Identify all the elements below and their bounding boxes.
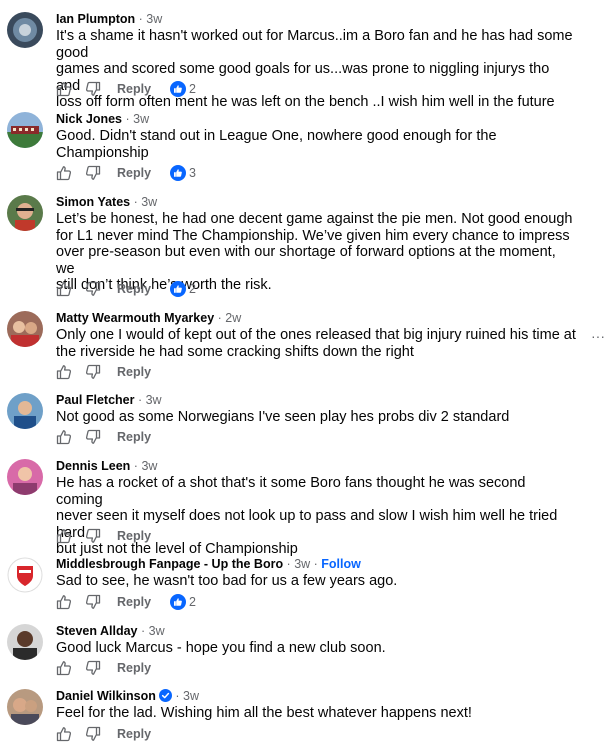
thumbs-down-outline-icon[interactable] (85, 594, 101, 610)
commenter-name[interactable]: Paul Fletcher (56, 393, 135, 407)
thumbs-up-outline-icon[interactable] (56, 660, 72, 676)
reaction-count: 2 (189, 82, 196, 96)
like-reaction-icon (170, 594, 187, 610)
comment-actions: Reply 2 (56, 593, 196, 611)
thumbs-down-outline-icon[interactable] (85, 81, 101, 97)
comment-text: Feel for the lad. Wishing him all the be… (56, 705, 472, 721)
avatar[interactable] (7, 624, 43, 660)
comment-actions: Reply 3 (56, 164, 196, 182)
reply-button[interactable]: Reply (117, 595, 151, 609)
reaction-count: 2 (189, 282, 196, 296)
comment-time[interactable]: 3w (149, 624, 165, 638)
thumbs-up-outline-icon[interactable] (56, 364, 72, 380)
avatar[interactable] (7, 12, 43, 48)
thumbs-down-outline-icon[interactable] (85, 165, 101, 181)
comment-time[interactable]: 3w (141, 459, 157, 473)
commenter-name[interactable]: Middlesbrough Fanpage - Up the Boro (56, 557, 283, 571)
thumbs-down-outline-icon[interactable] (85, 281, 101, 297)
separator: · (130, 195, 142, 209)
thumbs-down-outline-icon[interactable] (85, 429, 101, 445)
comment-text: Only one I would of kept out of the ones… (56, 327, 576, 360)
separator: · (171, 689, 184, 703)
comment-time[interactable]: 3w (141, 195, 157, 209)
avatar[interactable] (7, 311, 43, 347)
reply-button[interactable]: Reply (117, 661, 151, 675)
avatar[interactable] (7, 689, 43, 725)
separator: · (130, 459, 142, 473)
thumbs-up-outline-icon[interactable] (56, 429, 72, 445)
comment-text: Good luck Marcus - hope you find a new c… (56, 640, 386, 656)
comment-text: Good. Didn't stand out in League One, no… (56, 128, 497, 161)
commenter-name[interactable]: Daniel Wilkinson (56, 689, 156, 703)
like-reaction-icon (170, 165, 187, 181)
avatar[interactable] (7, 195, 43, 231)
reply-button[interactable]: Reply (117, 430, 151, 444)
like-reaction-icon (170, 81, 187, 97)
thumbs-up-outline-icon[interactable] (56, 165, 72, 181)
thumbs-up-outline-icon[interactable] (56, 281, 72, 297)
comment-text: Sad to see, he wasn't too bad for us a f… (56, 573, 398, 589)
separator: · (283, 557, 295, 571)
comment-actions: Reply 2 (56, 80, 196, 98)
reaction-summary[interactable]: 3 (170, 165, 196, 181)
verified-badge-icon (158, 689, 172, 702)
commenter-name[interactable]: Dennis Leen (56, 459, 130, 473)
commenter-name[interactable]: Ian Plumpton (56, 12, 135, 26)
thumbs-down-outline-icon[interactable] (85, 528, 101, 544)
avatar[interactable] (7, 557, 43, 593)
separator: · (310, 557, 322, 571)
reply-button[interactable]: Reply (117, 365, 151, 379)
avatar[interactable] (7, 393, 43, 429)
comment-text: He has a rocket of a shot that's it some… (56, 475, 558, 557)
more-options-icon[interactable]: ··· (591, 328, 605, 344)
separator: · (214, 311, 226, 325)
avatar[interactable] (7, 459, 43, 495)
reply-button[interactable]: Reply (117, 282, 151, 296)
thumbs-up-outline-icon[interactable] (56, 726, 72, 742)
reaction-count: 3 (189, 166, 196, 180)
commenter-name[interactable]: Matty Wearmouth Myarkey (56, 311, 214, 325)
separator: · (135, 12, 147, 26)
commenter-name[interactable]: Nick Jones (56, 112, 122, 126)
thumbs-down-outline-icon[interactable] (85, 726, 101, 742)
separator: · (122, 112, 134, 126)
thumbs-down-outline-icon[interactable] (85, 660, 101, 676)
comment-time[interactable]: 3w (146, 12, 162, 26)
thumbs-up-outline-icon[interactable] (56, 81, 72, 97)
comment-text: It's a shame it hasn't worked out for Ma… (56, 28, 573, 110)
reaction-summary[interactable]: 2 (170, 81, 196, 97)
reply-button[interactable]: Reply (117, 727, 151, 741)
reaction-summary[interactable]: 2 (170, 594, 196, 610)
avatar[interactable] (7, 112, 43, 148)
thumbs-down-outline-icon[interactable] (85, 364, 101, 380)
comment-text: Not good as some Norwegians I've seen pl… (56, 409, 510, 425)
reply-button[interactable]: Reply (117, 166, 151, 180)
comment-actions: Reply 2 (56, 280, 196, 298)
follow-button[interactable]: Follow (321, 557, 361, 571)
comment-actions: Reply (56, 659, 170, 677)
comment-time[interactable]: 3w (183, 689, 199, 703)
commenter-name[interactable]: Simon Yates (56, 195, 130, 209)
reply-button[interactable]: Reply (117, 82, 151, 96)
comment-actions: Reply (56, 725, 170, 743)
like-reaction-icon (170, 281, 187, 297)
comment-time[interactable]: 3w (133, 112, 149, 126)
comment-time[interactable]: 3w (146, 393, 162, 407)
separator: · (134, 393, 146, 407)
comment-actions: Reply (56, 527, 170, 545)
reply-button[interactable]: Reply (117, 529, 151, 543)
comment-actions: Reply (56, 428, 170, 446)
reaction-summary[interactable]: 2 (170, 281, 196, 297)
comment-time[interactable]: 2w (225, 311, 241, 325)
comment-time[interactable]: 3w (294, 557, 310, 571)
separator: · (137, 624, 149, 638)
thumbs-up-outline-icon[interactable] (56, 594, 72, 610)
comment-actions: Reply (56, 363, 170, 381)
thumbs-up-outline-icon[interactable] (56, 528, 72, 544)
commenter-name[interactable]: Steven Allday (56, 624, 138, 638)
reaction-count: 2 (189, 595, 196, 609)
